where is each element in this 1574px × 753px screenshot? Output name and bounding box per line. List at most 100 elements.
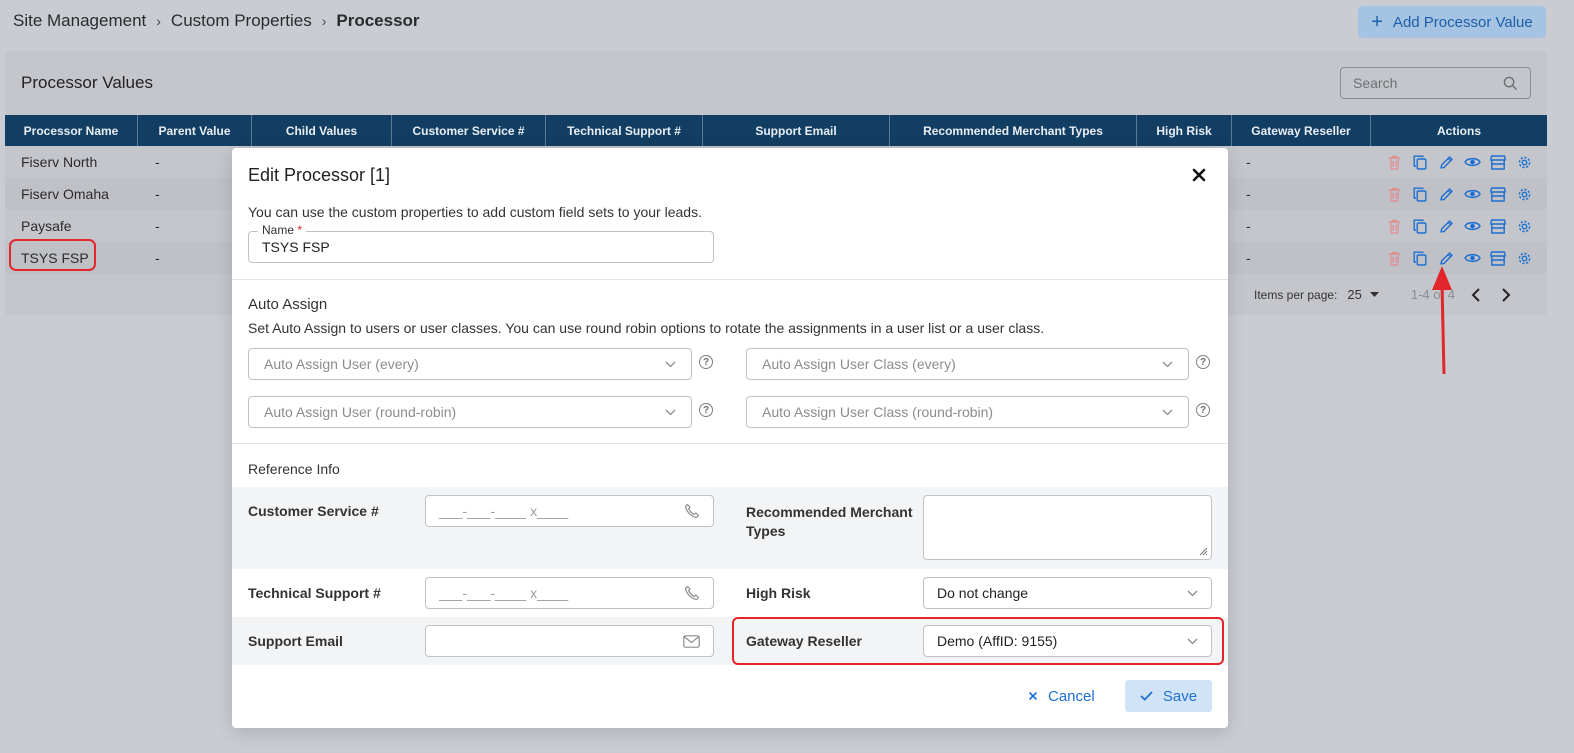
name-field[interactable]: Name * TSYS FSP (248, 223, 714, 263)
help-icon[interactable]: ? (699, 355, 713, 369)
eye-icon[interactable] (1463, 217, 1481, 235)
high-risk-select[interactable]: Do not change (923, 577, 1212, 609)
trash-icon[interactable] (1385, 153, 1403, 171)
chevron-left-icon (1471, 287, 1480, 302)
resize-grip-icon[interactable] (1198, 546, 1208, 556)
store-icon[interactable] (1489, 217, 1507, 235)
gear-icon[interactable] (1515, 217, 1533, 235)
close-button[interactable] (1190, 166, 1208, 184)
pencil-icon[interactable] (1437, 217, 1455, 235)
column-header[interactable]: Recommended Merchant Types (890, 115, 1137, 146)
paginator: Items per page: 25 1-4 of 4 (1254, 287, 1511, 302)
store-icon[interactable] (1489, 249, 1507, 267)
recommended-merchant-types-label: Recommended Merchant Types (746, 504, 913, 539)
items-per-page-label: Items per page: (1254, 287, 1338, 302)
customer-service-label: Customer Service # (248, 503, 379, 519)
row-actions (1385, 185, 1533, 203)
previous-page-button[interactable] (1471, 287, 1481, 302)
parent-value: - (155, 186, 160, 202)
cancel-label: Cancel (1048, 687, 1095, 705)
help-icon[interactable]: ? (699, 403, 713, 417)
auto-assign-user-class-round-robin-select[interactable]: Auto Assign User Class (round-robin) (746, 396, 1189, 428)
store-icon[interactable] (1489, 153, 1507, 171)
support-email-label: Support Email (248, 633, 343, 649)
cancel-button[interactable]: Cancel (1028, 680, 1095, 712)
add-processor-value-label: Add Processor Value (1392, 13, 1533, 31)
parent-value: - (155, 250, 160, 266)
gear-icon[interactable] (1515, 185, 1533, 203)
caret-down-icon (1369, 291, 1379, 297)
edit-processor-dialog: Edit Processor [1] You can use the custo… (232, 148, 1228, 728)
auto-assign-description: Set Auto Assign to users or user classes… (248, 320, 1045, 336)
card-title: Processor Values (21, 73, 153, 92)
next-page-button[interactable] (1501, 287, 1511, 302)
column-header[interactable]: Child Values (252, 115, 392, 146)
dialog-description: You can use the custom properties to add… (248, 204, 702, 220)
input-placeholder: ___-___-____ x____ (439, 585, 569, 601)
breadcrumb-custom-properties[interactable]: Custom Properties (171, 11, 312, 31)
eye-icon[interactable] (1463, 185, 1481, 203)
auto-assign-user-every-select[interactable]: Auto Assign User (every) (248, 348, 692, 380)
gateway-reseller-value: - (1246, 154, 1251, 170)
help-icon[interactable]: ? (1196, 355, 1210, 369)
recommended-merchant-types-textarea[interactable] (923, 495, 1212, 560)
chevron-right-icon (1502, 287, 1511, 302)
parent-value: - (155, 218, 160, 234)
auto-assign-user-class-every-select[interactable]: Auto Assign User Class (every) (746, 348, 1189, 380)
technical-support-input[interactable]: ___-___-____ x____ (425, 577, 714, 609)
input-placeholder: ___-___-____ x____ (439, 503, 569, 519)
close-icon (1028, 691, 1038, 701)
gear-icon[interactable] (1515, 249, 1533, 267)
gear-icon[interactable] (1515, 153, 1533, 171)
pencil-icon[interactable] (1437, 185, 1455, 203)
add-processor-value-button[interactable]: + Add Processor Value (1358, 6, 1546, 38)
eye-icon[interactable] (1463, 249, 1481, 267)
help-icon[interactable]: ? (1196, 403, 1210, 417)
copy-icon[interactable] (1411, 185, 1429, 203)
copy-icon[interactable] (1411, 153, 1429, 171)
support-email-input[interactable] (425, 625, 714, 657)
save-button[interactable]: Save (1125, 680, 1212, 712)
row-actions (1385, 153, 1533, 171)
trash-icon[interactable] (1385, 249, 1403, 267)
trash-icon[interactable] (1385, 217, 1403, 235)
highlight-box-gateway-reseller (732, 617, 1224, 665)
technical-support-label: Technical Support # (248, 585, 381, 601)
processor-name: Paysafe (21, 218, 72, 234)
trash-icon[interactable] (1385, 185, 1403, 203)
select-placeholder: Auto Assign User (every) (264, 356, 419, 372)
name-value: TSYS FSP (262, 239, 330, 255)
eye-icon[interactable] (1463, 153, 1481, 171)
pencil-icon[interactable] (1437, 153, 1455, 171)
search-input[interactable]: Search (1340, 67, 1531, 99)
gateway-reseller-value: - (1246, 218, 1251, 234)
column-header[interactable]: Technical Support # (546, 115, 703, 146)
divider (232, 443, 1228, 444)
auto-assign-user-round-robin-select[interactable]: Auto Assign User (round-robin) (248, 396, 692, 428)
processor-name: Fiserv Omaha (21, 186, 109, 202)
column-header[interactable]: Gateway Reseller (1232, 115, 1371, 146)
column-header[interactable]: High Risk (1137, 115, 1232, 146)
check-icon (1140, 691, 1153, 701)
copy-icon[interactable] (1411, 249, 1429, 267)
divider (232, 279, 1228, 280)
select-placeholder: Auto Assign User Class (every) (762, 356, 956, 372)
copy-icon[interactable] (1411, 217, 1429, 235)
column-header[interactable]: Customer Service # (392, 115, 546, 146)
chevron-down-icon (1187, 590, 1198, 596)
phone-icon (685, 585, 700, 600)
chevron-right-icon: › (156, 13, 161, 29)
chevron-right-icon: › (321, 13, 327, 29)
store-icon[interactable] (1489, 185, 1507, 203)
chevron-down-icon (1162, 361, 1173, 367)
items-per-page-select[interactable]: 25 (1347, 287, 1379, 302)
processor-name: Fiserv North (21, 154, 98, 170)
breadcrumb-site-management[interactable]: Site Management (13, 11, 146, 31)
customer-service-input[interactable]: ___-___-____ x____ (425, 495, 714, 527)
envelope-icon (683, 634, 700, 648)
table-header: Processor Name Parent Value Child Values… (5, 115, 1547, 146)
column-header[interactable]: Parent Value (138, 115, 252, 146)
column-header[interactable]: Processor Name (5, 115, 138, 146)
row-actions (1385, 249, 1533, 267)
column-header[interactable]: Support Email (703, 115, 890, 146)
